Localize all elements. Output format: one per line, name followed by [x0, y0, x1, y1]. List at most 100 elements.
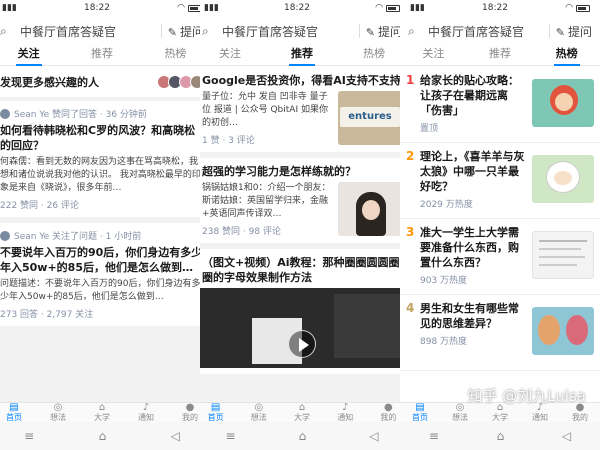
home-button-icon[interactable]: ⌂ — [299, 429, 307, 443]
hot-item-title[interactable]: 理论上，《喜羊羊与灰太狼》中哪一只羊最好吃？ — [420, 149, 528, 194]
home-icon: ▤ — [9, 402, 19, 413]
search-bar[interactable]: ⌕ 中餐厅首席答疑官 ✎ 提问 — [400, 18, 600, 44]
card-stats: 222 赞同 · 26 评论 — [0, 201, 79, 211]
menu-icon[interactable]: ≡ — [226, 429, 236, 443]
nav-home[interactable]: ▤ 首页 — [200, 403, 237, 423]
card-title[interactable]: （图文+视频）Ai教程：那种圈圈圆圆圈圈的字母效果制作方法 — [202, 255, 400, 285]
hot-list-item[interactable]: 2 理论上，《喜羊羊与灰太狼》中哪一只羊最好吃？ 2029 万热度 — [400, 143, 600, 219]
video-player[interactable] — [200, 288, 400, 368]
hot-item-title[interactable]: 准大一学生上大学需要准备什么东西，购置什么东西？ — [420, 225, 528, 270]
feed-card[interactable]: Sean Ye 赞同了回答 · 36 分钟前 如何看待韩晓松和C罗的风波？和高晓… — [0, 101, 200, 217]
signal-icon: ▮▮▮ — [410, 3, 425, 13]
nav-ideas[interactable]: ◎ 想法 — [237, 403, 280, 423]
nav-label: 通知 — [532, 413, 548, 422]
play-icon[interactable] — [288, 329, 316, 358]
nav-label: 大学 — [294, 413, 310, 422]
nav-university[interactable]: ⌂ 大学 — [280, 403, 323, 423]
discover-people-banner[interactable]: 发现更多感兴趣的人 — [0, 67, 200, 97]
status-time: 18:22 — [482, 3, 508, 13]
card-excerpt[interactable]: 锅锅姑娘1和0：介绍一个朋友：斯诺姑娘：英国留学归来，金融+英语同声传译双… — [202, 182, 333, 221]
avatar — [0, 108, 10, 119]
home-button-icon[interactable]: ⌂ — [99, 429, 107, 443]
feed-card[interactable]: Sean Ye 关注了问题 · 1 小时前 不要说年入百万的90后，你们身边有多… — [0, 223, 200, 326]
hot-item-thumbnail[interactable] — [532, 155, 594, 203]
card-stats: 273 回答 · 2,797 关注 — [0, 310, 94, 320]
ask-button[interactable]: ✎ 提问 — [168, 23, 200, 40]
profile-icon: ● — [185, 402, 195, 413]
nav-university[interactable]: ⌂ 大学 — [80, 403, 124, 423]
rank-number: 2 — [406, 149, 415, 163]
nav-profile[interactable]: ● 我的 — [367, 403, 400, 423]
search-input[interactable]: 中餐厅首席答疑官 — [222, 23, 353, 40]
video-frame-panel — [334, 294, 400, 358]
search-input[interactable]: 中餐厅首席答疑官 — [20, 23, 155, 40]
menu-icon[interactable]: ≡ — [429, 429, 439, 443]
thumbnail-sign: entures — [340, 107, 400, 127]
system-nav-bar: ≡ ⌂ ◁ — [400, 422, 600, 450]
ask-button[interactable]: ✎ 提问 — [556, 23, 592, 40]
hot-item-heat: 2029 万热度 — [420, 200, 473, 210]
hot-list-item[interactable]: 1 给家长的贴心攻略：让孩子在暑期远离「伤害」 置顶 — [400, 67, 600, 143]
back-icon[interactable]: ◁ — [171, 429, 180, 443]
hot-item-thumbnail[interactable] — [532, 79, 594, 127]
nav-profile[interactable]: ● 我的 — [168, 402, 200, 423]
top-tabs: 关注 推荐 热榜 — [400, 44, 600, 66]
card-excerpt[interactable]: 量子位：允中 发自 凹非寺 量子位 报道 | 公众号 QbitAI 如果你的初创… — [202, 91, 333, 130]
search-bar[interactable]: ⌕ 中餐厅首席答疑官 ✎ 提问 — [200, 18, 400, 44]
thumbnail-character-face — [555, 93, 573, 111]
card-title[interactable]: Google是否投资你，得看AI支持不支持 — [202, 73, 400, 88]
hot-item-title[interactable]: 男生和女生有哪些常见的思维差异？ — [420, 301, 528, 331]
hot-item-title[interactable]: 给家长的贴心攻略：让孩子在暑期远离「伤害」 — [420, 73, 528, 118]
nav-notifications[interactable]: ♪ 通知 — [124, 403, 168, 423]
hot-item-text: 理论上，《喜羊羊与灰太狼》中哪一只羊最好吃？ 2029 万热度 — [420, 149, 528, 212]
feed-card[interactable]: 超强的学习能力是怎样练就的？ 锅锅姑娘1和0：介绍一个朋友：斯诺姑娘：英国留学归… — [200, 158, 400, 243]
back-icon[interactable]: ◁ — [562, 429, 571, 443]
home-button-icon[interactable]: ⌂ — [497, 429, 505, 443]
nav-home[interactable]: ▤ 首页 — [0, 402, 36, 423]
nav-label: 想法 — [452, 413, 468, 422]
feed-card[interactable]: （图文+视频）Ai教程：那种圈圈圆圆圈圈的字母效果制作方法 — [200, 249, 400, 374]
card-title[interactable]: 如何看待韩晓松和C罗的风波？和高晓松的回应？ — [0, 123, 200, 153]
tab-hot[interactable]: 热榜 — [139, 44, 200, 65]
search-bar[interactable]: ⌕ 中餐厅首席答疑官 ✎ 提问 — [0, 18, 200, 44]
tab-hot[interactable]: 热榜 — [533, 44, 600, 66]
hot-item-thumbnail[interactable] — [532, 231, 594, 279]
tab-recommend[interactable]: 推荐 — [266, 44, 338, 66]
hot-list-item[interactable]: 3 准大一学生上大学需要准备什么东西，购置什么东西？ 903 万热度 — [400, 219, 600, 295]
wifi-icon: ◠ — [177, 3, 185, 13]
nav-ideas[interactable]: ◎ 想法 — [36, 403, 80, 423]
tab-hot[interactable]: 热榜 — [338, 44, 400, 65]
nav-label: 想法 — [250, 413, 267, 422]
status-icons: ◠ — [565, 3, 590, 13]
card-meta: Sean Ye 赞同了回答 · 36 分钟前 — [0, 107, 200, 120]
back-icon[interactable]: ◁ — [369, 429, 378, 443]
card-title[interactable]: 不要说年入百万的90后，你们身边有多少年入50w+的85后，他们是怎么做到… — [0, 245, 200, 275]
watermark: 知乎 @刘九Luisa — [467, 387, 586, 405]
menu-icon[interactable]: ≡ — [24, 429, 34, 443]
home-icon: ▤ — [415, 402, 425, 413]
card-excerpt[interactable]: 问题描述：不要说年入百万的90后，你们身边有多少年入50w+的85后，他们是怎么… — [0, 278, 200, 304]
tab-follow[interactable]: 关注 — [400, 44, 467, 65]
search-input[interactable]: 中餐厅首席答疑官 — [428, 23, 543, 40]
top-tabs: 关注 推荐 热榜 — [200, 44, 400, 66]
tab-recommend[interactable]: 推荐 — [65, 44, 138, 65]
card-excerpt[interactable]: 何森儒：看到无数的网友因为这事在骂高晓松，我想和诸位说说我对他的认识。 我对高晓… — [0, 156, 200, 195]
nav-home[interactable]: ▤ 首页 — [400, 402, 440, 423]
hot-item-thumbnail[interactable] — [532, 307, 594, 355]
feed-card[interactable]: Google是否投资你，得看AI支持不支持 量子位：允中 发自 凹非寺 量子位 … — [200, 67, 400, 152]
signal-icon: ▮▮▮ — [2, 3, 17, 13]
article-thumbnail[interactable] — [338, 182, 400, 236]
discover-label: 发现更多感兴趣的人 — [0, 76, 99, 89]
article-thumbnail[interactable]: entures — [338, 91, 400, 145]
tab-recommend[interactable]: 推荐 — [467, 44, 534, 65]
tab-follow[interactable]: 关注 — [0, 44, 65, 66]
wifi-icon: ◠ — [375, 3, 383, 13]
hot-list-item[interactable]: 4 男生和女生有哪些常见的思维差异？ 898 万热度 — [400, 295, 600, 371]
card-text: 锅锅姑娘1和0：介绍一个朋友：斯诺姑娘：英国留学归来，金融+英语同声传译双… 2… — [202, 182, 333, 237]
tab-follow[interactable]: 关注 — [200, 44, 266, 65]
ask-button[interactable]: ✎ 提问 — [366, 23, 400, 40]
nav-label: 大学 — [94, 413, 110, 422]
nav-label: 通知 — [138, 413, 154, 422]
card-title[interactable]: 超强的学习能力是怎样练就的？ — [202, 164, 400, 179]
nav-notifications[interactable]: ♪ 通知 — [324, 403, 367, 423]
